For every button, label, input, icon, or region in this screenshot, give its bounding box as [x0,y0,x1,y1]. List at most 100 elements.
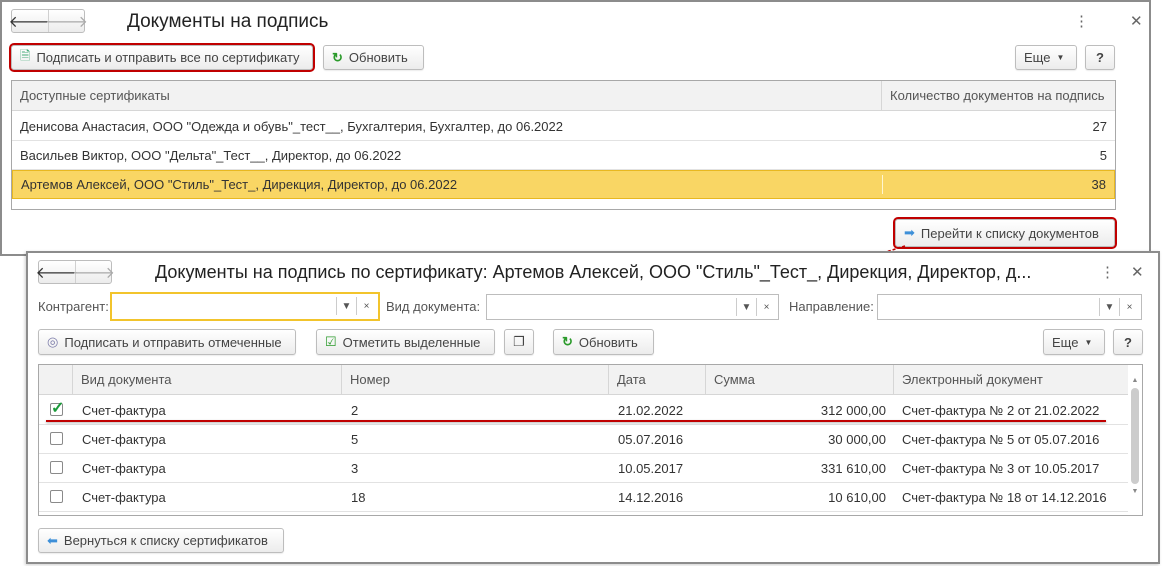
refresh-label: Обновить [578,334,638,350]
page-title: Документы на подпись [127,11,329,32]
doc-sum: 312 000,00 [820,402,886,418]
direction-label: Направление: [789,299,874,314]
row-checkbox[interactable] [50,432,63,445]
copy-icon: ❐ [513,334,525,349]
refresh-label: Обновить [348,50,408,65]
cell-divider [881,116,882,136]
certificate-row[interactable]: Васильев Виктор, ООО "Дельта"_Тест__, Ди… [12,141,1115,170]
column-header-certificates[interactable]: Доступные сертификаты [12,81,882,111]
more-vertical-icon[interactable]: ⋮ [1100,263,1115,281]
annotation-underline [46,420,1106,422]
goto-documents-button[interactable]: ➡ Перейти к списку документов [893,217,1117,249]
doc-date: 14.12.2016 [618,489,684,505]
help-button[interactable]: ? [1113,329,1143,355]
clear-icon[interactable]: × [1119,298,1139,316]
document-row[interactable]: Счет-фактура 3 10.05.2017 331 610,00 Сче… [39,454,1128,483]
checkmark-icon: ✓ [51,400,65,417]
counterparty-label: Контрагент: [38,299,109,314]
chevron-down-icon: ▼ [1056,53,1065,62]
back-arrow-icon[interactable]: 🡐 [36,261,79,283]
column-header-doc-type[interactable]: Вид документа [73,365,342,395]
column-header-edoc[interactable]: Электронный документ [894,365,1128,395]
certificate-row[interactable]: Артемов Алексей, ООО "Стиль"_Тест_, Дире… [12,170,1115,199]
more-label: Еще [1024,50,1051,65]
mark-selected-label: Отметить выделенные [342,334,481,350]
doc-type: Счет-фактура [82,489,166,505]
refresh-button[interactable]: ↻ Обновить [553,329,654,355]
column-header-number[interactable]: Номер [342,365,609,395]
column-header-date[interactable]: Дата [609,365,706,395]
doc-type: Счет-фактура [82,402,166,418]
help-label: ? [1096,50,1104,65]
doc-number: 3 [351,460,359,476]
certificates-table: Доступные сертификаты Количество докумен… [11,80,1116,210]
certificate-name: Артемов Алексей, ООО "Стиль"_Тест_, Дире… [21,177,458,192]
counterparty-input[interactable]: ▼ × [110,292,380,321]
copy-button[interactable]: ❐ [504,329,534,355]
back-arrow-icon[interactable]: 🡐 [9,10,52,32]
document-count: 5 [1099,147,1107,163]
goto-documents-label: Перейти к списку документов [920,225,1099,241]
column-header-checkbox [39,365,73,395]
back-to-certificates-label: Вернуться к списку сертификатов [63,533,268,548]
more-vertical-icon[interactable]: ⋮ [1074,12,1089,30]
doc-type: Счет-фактура [82,460,166,476]
row-checkbox[interactable] [50,490,63,503]
direction-input[interactable]: ▼ × [877,294,1142,320]
checklist-icon: ☑ [325,334,337,349]
doc-number: 5 [351,431,359,447]
scrollbar-thumb[interactable] [1131,388,1139,484]
column-header-sum[interactable]: Сумма [706,365,894,395]
column-header-count[interactable]: Количество документов на подпись [882,81,1115,111]
scrollbar[interactable]: ▲ ▼ [1128,365,1142,515]
more-label: Еще [1052,334,1079,350]
help-button[interactable]: ? [1085,45,1115,70]
scroll-up-icon[interactable]: ▲ [1128,377,1142,384]
doc-sum: 10 610,00 [828,489,886,505]
electronic-document[interactable]: Счет-фактура № 2 от 21.02.2022 [902,403,1099,418]
clear-icon[interactable]: × [756,298,776,316]
nav-buttons: 🡐 🡒 [36,260,115,284]
row-checkbox[interactable] [50,461,63,474]
chevron-down-icon: ▼ [1084,337,1093,347]
page-title: Документы на подпись по сертификату: Арт… [155,262,1032,282]
more-button[interactable]: Еще ▼ [1043,329,1105,355]
arrow-left-icon: ⬅ [47,532,58,548]
dropdown-icon[interactable]: ▼ [736,298,756,316]
document-row[interactable]: Счет-фактура 18 14.12.2016 10 610,00 Сче… [39,483,1128,512]
mark-selected-button[interactable]: ☑ Отметить выделенные [316,329,495,355]
refresh-icon: ↻ [562,334,573,349]
doc-number: 2 [351,402,359,418]
electronic-document[interactable]: Счет-фактура № 5 от 05.07.2016 [902,432,1099,447]
doc-type: Счет-фактура [82,431,166,447]
back-to-certificates-button[interactable]: ⬅ Вернуться к списку сертификатов [38,528,284,553]
documents-table: Вид документа Номер Дата Сумма Электронн… [38,364,1143,516]
row-checkbox[interactable]: ✓ [50,400,64,417]
more-button[interactable]: Еще ▼ [1015,45,1077,70]
electronic-document[interactable]: Счет-фактура № 18 от 14.12.2016 [902,490,1107,505]
doc-date: 05.07.2016 [618,431,684,447]
doc-sum: 331 610,00 [820,460,886,476]
sign-all-button[interactable]: 🗎 Подписать и отправить все по сертифика… [9,43,315,72]
refresh-button[interactable]: ↻ Обновить [323,45,424,70]
certificate-name: Денисова Анастасия, ООО "Одежда и обувь"… [20,118,563,134]
close-icon[interactable]: ✕ [1130,12,1143,30]
clear-icon[interactable]: × [356,297,376,315]
scroll-down-icon[interactable]: ▼ [1128,488,1142,495]
forward-arrow-icon[interactable]: 🡒 [72,261,115,283]
doc-type-input[interactable]: ▼ × [486,294,779,320]
dropdown-icon[interactable]: ▼ [336,297,356,315]
cell-divider [881,145,882,165]
close-icon[interactable]: ✕ [1131,263,1144,281]
doc-number: 18 [351,489,366,505]
doc-date: 21.02.2022 [618,402,684,418]
document-row[interactable]: Счет-фактура 5 05.07.2016 30 000,00 Счет… [39,425,1128,454]
certificate-name: Васильев Виктор, ООО "Дельта"_Тест__, Ди… [20,147,402,163]
dropdown-icon[interactable]: ▼ [1099,298,1119,316]
certificate-row[interactable]: Денисова Анастасия, ООО "Одежда и обувь"… [12,112,1115,141]
documents-by-certificate-window: 🡐 🡒 Документы на подпись по сертификату: … [26,251,1160,564]
electronic-document[interactable]: Счет-фактура № 3 от 10.05.2017 [902,461,1099,476]
sign-marked-button[interactable]: ◎ Подписать и отправить отмеченные [38,329,296,355]
documents-to-sign-window: 🡐 🡒 Документы на подпись ⋮ ✕ 🗎 Подписать … [0,0,1151,256]
forward-arrow-icon[interactable]: 🡒 [45,10,88,32]
